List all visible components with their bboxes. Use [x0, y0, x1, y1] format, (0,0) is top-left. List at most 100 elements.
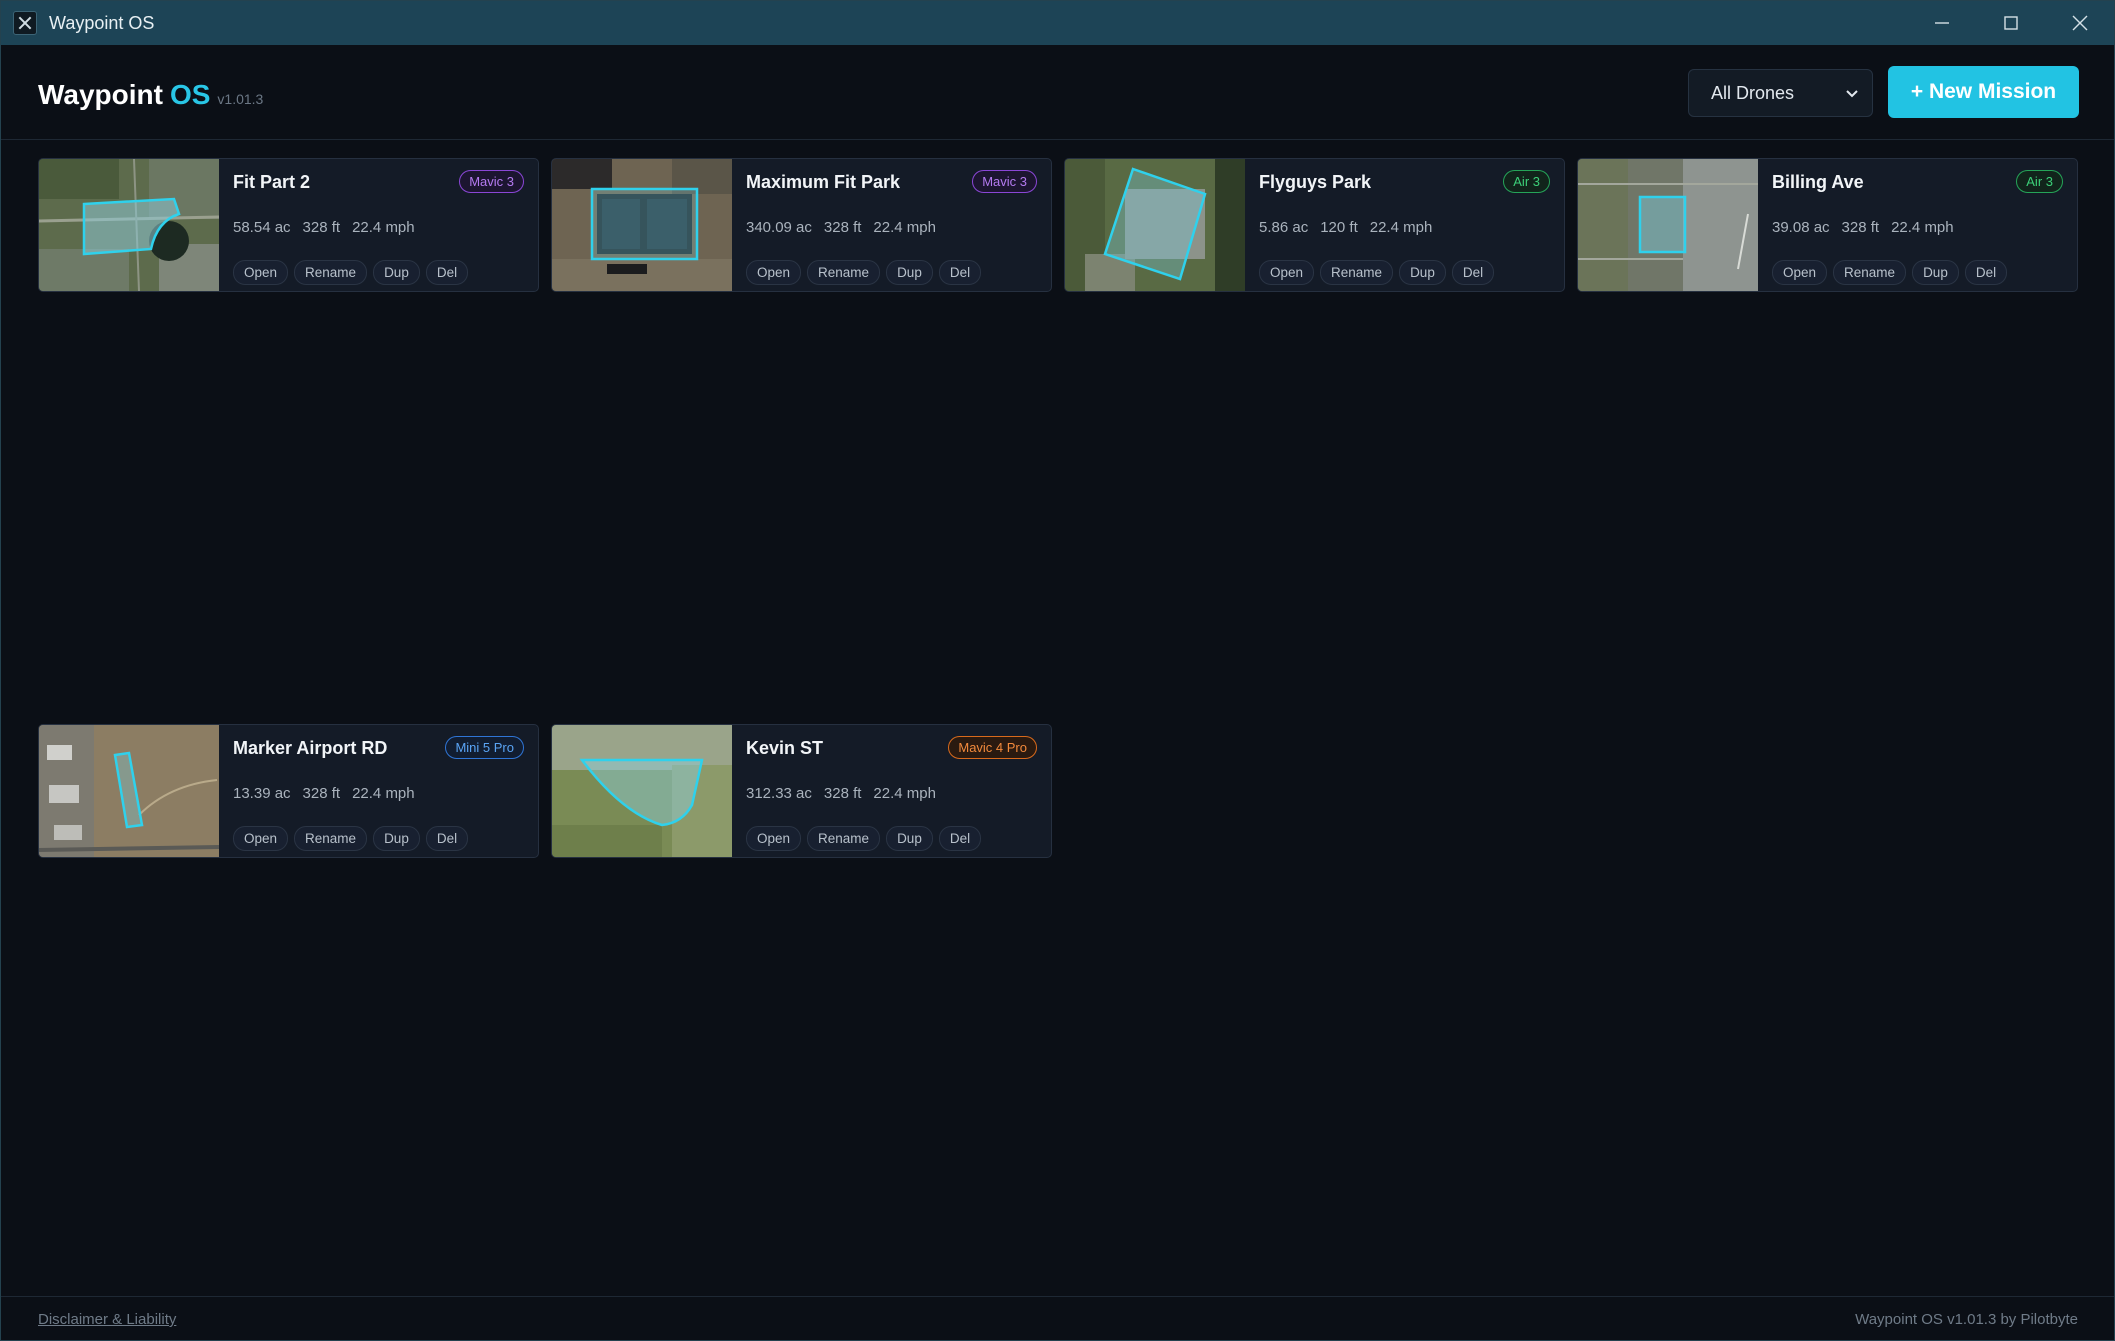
mission-stats: 39.08 ac 328 ft 22.4 mph [1772, 219, 1954, 236]
mission-actions: Open Rename Dup Del [233, 826, 469, 851]
mission-card[interactable]: Kevin ST Mavic 4 Pro 312.33 ac 328 ft 22… [551, 724, 1052, 858]
app-header: Waypoint OS v1.01.3 All Drones + New Mis… [1, 45, 2114, 140]
mission-card[interactable]: Billing Ave Air 3 39.08 ac 328 ft 22.4 m… [1577, 158, 2078, 292]
mission-altitude: 328 ft [823, 785, 862, 802]
mission-altitude: 328 ft [823, 219, 862, 236]
delete-button[interactable]: Del [938, 826, 982, 851]
delete-button[interactable]: Del [1451, 260, 1495, 285]
mission-altitude: 328 ft [1841, 219, 1880, 236]
mission-stats: 13.39 ac 328 ft 22.4 mph [233, 785, 415, 802]
mission-actions: Open Rename Dup Del [746, 260, 982, 285]
mission-speed: 22.4 mph [873, 219, 936, 236]
brand: Waypoint OS v1.01.3 [38, 79, 263, 111]
rename-button[interactable]: Rename [807, 826, 881, 851]
maximize-icon [2003, 16, 2018, 30]
mission-altitude: 328 ft [302, 785, 341, 802]
minimize-button[interactable] [1907, 1, 1976, 45]
mission-actions: Open Rename Dup Del [746, 826, 982, 851]
mission-map-thumbnail[interactable] [39, 159, 219, 291]
app-footer: Disclaimer & Liability Waypoint OS v1.01… [1, 1296, 2114, 1341]
open-button[interactable]: Open [233, 260, 289, 285]
mission-stats: 58.54 ac 328 ft 22.4 mph [233, 219, 415, 236]
mission-altitude: 120 ft [1320, 219, 1358, 236]
rename-button[interactable]: Rename [1833, 260, 1907, 285]
mission-map-thumbnail[interactable] [1578, 159, 1758, 291]
mission-card[interactable]: Marker Airport RD Mini 5 Pro 13.39 ac 32… [38, 724, 539, 858]
mission-stats: 5.86 ac 120 ft 22.4 mph [1259, 219, 1432, 236]
title-bar[interactable]: Waypoint OS [1, 1, 2114, 45]
app-window: Waypoint OS Waypoint OS v1.01.3 All Dron… [0, 0, 2115, 1341]
rename-button[interactable]: Rename [294, 826, 368, 851]
mission-stats: 340.09 ac 328 ft 22.4 mph [746, 219, 936, 236]
close-icon [2072, 15, 2087, 31]
disclaimer-link[interactable]: Disclaimer & Liability [38, 1311, 176, 1328]
duplicate-button[interactable]: Dup [1912, 260, 1959, 285]
drone-badge: Air 3 [1503, 170, 1550, 193]
duplicate-button[interactable]: Dup [886, 826, 933, 851]
mission-area: 5.86 ac [1259, 219, 1309, 236]
open-button[interactable]: Open [233, 826, 289, 851]
mission-name: Fit Part 2 [233, 172, 311, 192]
mission-speed: 22.4 mph [873, 785, 936, 802]
open-button[interactable]: Open [1259, 260, 1315, 285]
rename-button[interactable]: Rename [294, 260, 368, 285]
drone-filter-select[interactable]: All Drones [1688, 69, 1873, 117]
delete-button[interactable]: Del [425, 826, 469, 851]
mission-speed: 22.4 mph [1891, 219, 1954, 236]
mission-area: 13.39 ac [233, 785, 291, 802]
maximize-button[interactable] [1976, 1, 2045, 45]
mission-area: 39.08 ac [1772, 219, 1830, 236]
minimize-icon [1934, 22, 1949, 24]
drone-badge: Mini 5 Pro [445, 736, 524, 759]
mission-name: Billing Ave [1772, 172, 1864, 192]
delete-button[interactable]: Del [938, 260, 982, 285]
close-button[interactable] [2045, 1, 2114, 45]
open-button[interactable]: Open [746, 826, 802, 851]
duplicate-button[interactable]: Dup [373, 260, 420, 285]
new-mission-button[interactable]: + New Mission [1888, 66, 2079, 118]
rename-button[interactable]: Rename [1320, 260, 1394, 285]
window-controls [1907, 1, 2114, 45]
mission-map-thumbnail[interactable] [552, 159, 732, 291]
mission-name: Flyguys Park [1259, 172, 1372, 192]
brand-name: Waypoint [38, 79, 163, 110]
brand-os: OS [169, 79, 211, 110]
mission-altitude: 328 ft [302, 219, 341, 236]
mission-name: Kevin ST [746, 738, 824, 758]
rename-button[interactable]: Rename [807, 260, 881, 285]
open-button[interactable]: Open [1772, 260, 1828, 285]
mission-actions: Open Rename Dup Del [1772, 260, 2008, 285]
mission-card[interactable]: Fit Part 2 Mavic 3 58.54 ac 328 ft 22.4 … [38, 158, 539, 292]
duplicate-button[interactable]: Dup [886, 260, 933, 285]
window-title: Waypoint OS [49, 12, 155, 33]
mission-speed: 22.4 mph [1369, 219, 1433, 236]
drone-badge: Mavic 3 [459, 170, 524, 193]
duplicate-button[interactable]: Dup [373, 826, 420, 851]
mission-name: Marker Airport RD [233, 738, 388, 758]
drone-badge: Mavic 4 Pro [948, 736, 1037, 759]
delete-button[interactable]: Del [425, 260, 469, 285]
drone-badge: Mavic 3 [972, 170, 1037, 193]
delete-button[interactable]: Del [1964, 260, 2008, 285]
drone-badge: Air 3 [2016, 170, 2063, 193]
drone-filter-value: All Drones [1711, 82, 1795, 103]
open-button[interactable]: Open [746, 260, 802, 285]
mission-stats: 312.33 ac 328 ft 22.4 mph [746, 785, 936, 802]
mission-name: Maximum Fit Park [746, 172, 901, 192]
mission-map-thumbnail[interactable] [552, 725, 732, 857]
mission-actions: Open Rename Dup Del [1259, 260, 1495, 285]
mission-map-thumbnail[interactable] [39, 725, 219, 857]
app-version: v1.01.3 [217, 91, 264, 107]
mission-speed: 22.4 mph [352, 785, 415, 802]
mission-map-thumbnail[interactable] [1065, 159, 1245, 291]
mission-card[interactable]: Flyguys Park Air 3 5.86 ac 120 ft 22.4 m… [1064, 158, 1565, 292]
mission-card[interactable]: Maximum Fit Park Mavic 3 340.09 ac 328 f… [551, 158, 1052, 292]
app-logo-icon [13, 11, 37, 35]
duplicate-button[interactable]: Dup [1399, 260, 1446, 285]
footer-credit: Waypoint OS v1.01.3 by Pilotbyte [1855, 1311, 2078, 1328]
mission-area: 58.54 ac [233, 219, 291, 236]
chevron-down-icon [1846, 90, 1858, 98]
mission-actions: Open Rename Dup Del [233, 260, 469, 285]
mission-speed: 22.4 mph [352, 219, 415, 236]
mission-area: 340.09 ac [746, 219, 812, 236]
